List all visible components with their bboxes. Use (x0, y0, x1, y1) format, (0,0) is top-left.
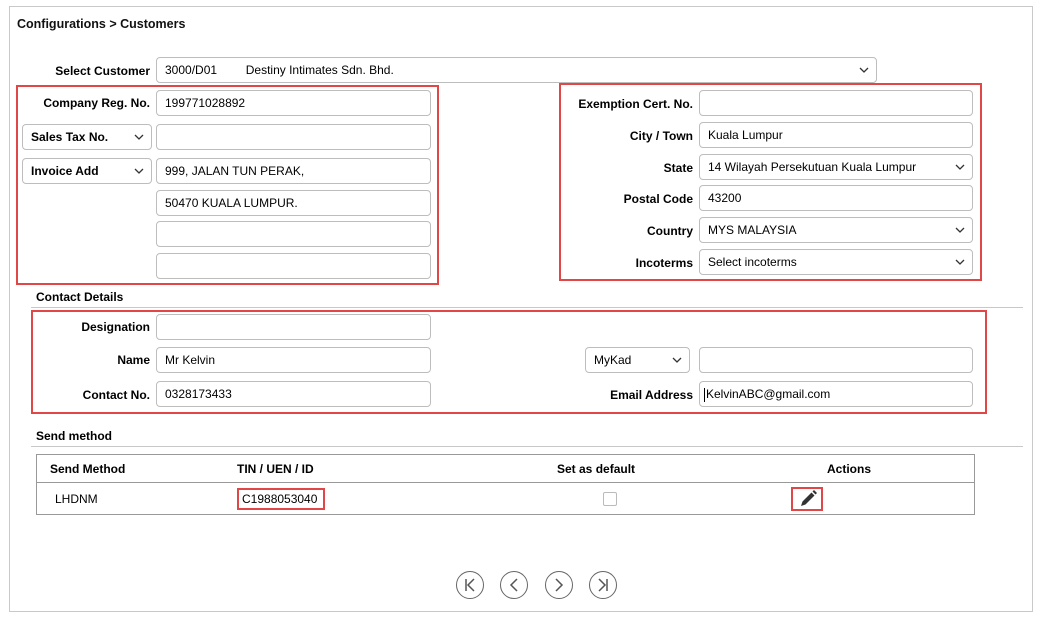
email-label: Email Address (610, 388, 693, 402)
contact-no-label: Contact No. (82, 388, 150, 402)
incoterms-select[interactable]: Select incoterms (699, 249, 973, 275)
state-select-value: 14 Wilayah Persekutuan Kuala Lumpur (708, 160, 917, 174)
sales-tax-select-value: Sales Tax No. (31, 130, 109, 144)
id-type-select-value: MyKad (594, 353, 632, 367)
contact-divider (31, 307, 1023, 308)
customer-code: 3000/D01 (165, 63, 218, 77)
chevron-down-icon (134, 168, 144, 174)
select-customer-label: Select Customer (55, 64, 150, 78)
state-select[interactable]: 14 Wilayah Persekutuan Kuala Lumpur (699, 154, 973, 180)
chevron-down-icon (134, 134, 144, 140)
edit-button[interactable] (791, 486, 823, 511)
incoterms-select-value: Select incoterms (708, 255, 797, 269)
name-input[interactable]: Mr Kelvin (156, 347, 431, 373)
send-method-table: Send Method TIN / UEN / ID Set as defaul… (36, 454, 975, 515)
company-reg-label: Company Reg. No. (43, 96, 150, 110)
state-label: State (663, 161, 693, 175)
send-method-title: Send method (36, 429, 113, 443)
company-reg-input[interactable]: 199771028892 (156, 90, 431, 116)
postal-code-input[interactable]: 43200 (699, 185, 973, 211)
table-header-row: Send Method TIN / UEN / ID Set as defaul… (36, 454, 975, 483)
postal-code-label: Postal Code (623, 192, 693, 206)
incoterms-label: Incoterms (635, 256, 693, 270)
text-cursor (704, 387, 705, 402)
chevron-down-icon (954, 155, 966, 179)
exemption-cert-input[interactable] (699, 90, 973, 116)
col-send-method: Send Method (36, 454, 205, 483)
designation-label: Designation (81, 320, 150, 334)
chevron-down-icon (859, 67, 869, 73)
contact-details-title: Contact Details (36, 290, 124, 304)
col-tin: TIN / UEN / ID (205, 454, 517, 483)
sales-tax-select[interactable]: Sales Tax No. (22, 124, 152, 150)
col-actions: Actions (787, 454, 975, 483)
last-page-button[interactable] (589, 571, 617, 599)
first-page-button[interactable] (456, 571, 484, 599)
country-label: Country (647, 224, 693, 238)
exemption-cert-label: Exemption Cert. No. (578, 97, 693, 111)
designation-input[interactable] (156, 314, 431, 340)
breadcrumb: Configurations > Customers (17, 17, 186, 31)
city-label: City / Town (629, 129, 693, 143)
row-send-method: LHDNM (55, 491, 98, 506)
prev-page-icon (509, 578, 518, 592)
city-input[interactable]: Kuala Lumpur (699, 122, 973, 148)
prev-page-button[interactable] (500, 571, 528, 599)
customer-name: Destiny Intimates Sdn. Bhd. (245, 63, 394, 77)
chevron-down-icon (955, 227, 965, 233)
table-row: LHDNM C1988053040 (37, 483, 975, 515)
sales-tax-input[interactable] (156, 124, 431, 150)
contact-no-input[interactable]: 0328173433 (156, 381, 431, 407)
email-input[interactable]: KelvinABC@gmail.com (699, 381, 973, 407)
email-value: KelvinABC@gmail.com (706, 387, 831, 401)
id-type-select[interactable]: MyKad (585, 347, 690, 373)
pencil-icon (801, 489, 817, 506)
first-page-icon (465, 578, 475, 592)
name-label: Name (117, 353, 150, 367)
select-customer-dropdown[interactable]: 3000/D01 Destiny Intimates Sdn. Bhd. (156, 57, 877, 83)
chevron-down-icon (955, 259, 965, 265)
invoice-address-select[interactable]: Invoice Add (22, 158, 152, 184)
address-line-3[interactable] (156, 221, 431, 247)
next-page-button[interactable] (545, 571, 573, 599)
send-method-divider (31, 446, 1023, 447)
next-page-icon (555, 578, 564, 592)
country-select-value: MYS MALAYSIA (708, 223, 797, 237)
last-page-icon (598, 578, 608, 592)
address-line-2[interactable]: 50470 KUALA LUMPUR. (156, 190, 431, 216)
address-line-4[interactable] (156, 253, 431, 279)
address-line-1[interactable]: 999, JALAN TUN PERAK, (156, 158, 431, 184)
invoice-address-select-value: Invoice Add (31, 164, 99, 178)
chevron-down-icon (672, 357, 682, 363)
col-set-default: Set as default (517, 454, 787, 483)
set-default-checkbox[interactable] (603, 491, 617, 506)
country-select[interactable]: MYS MALAYSIA (699, 217, 973, 243)
row-tin: C1988053040 (237, 487, 326, 510)
id-number-input[interactable] (699, 347, 973, 373)
